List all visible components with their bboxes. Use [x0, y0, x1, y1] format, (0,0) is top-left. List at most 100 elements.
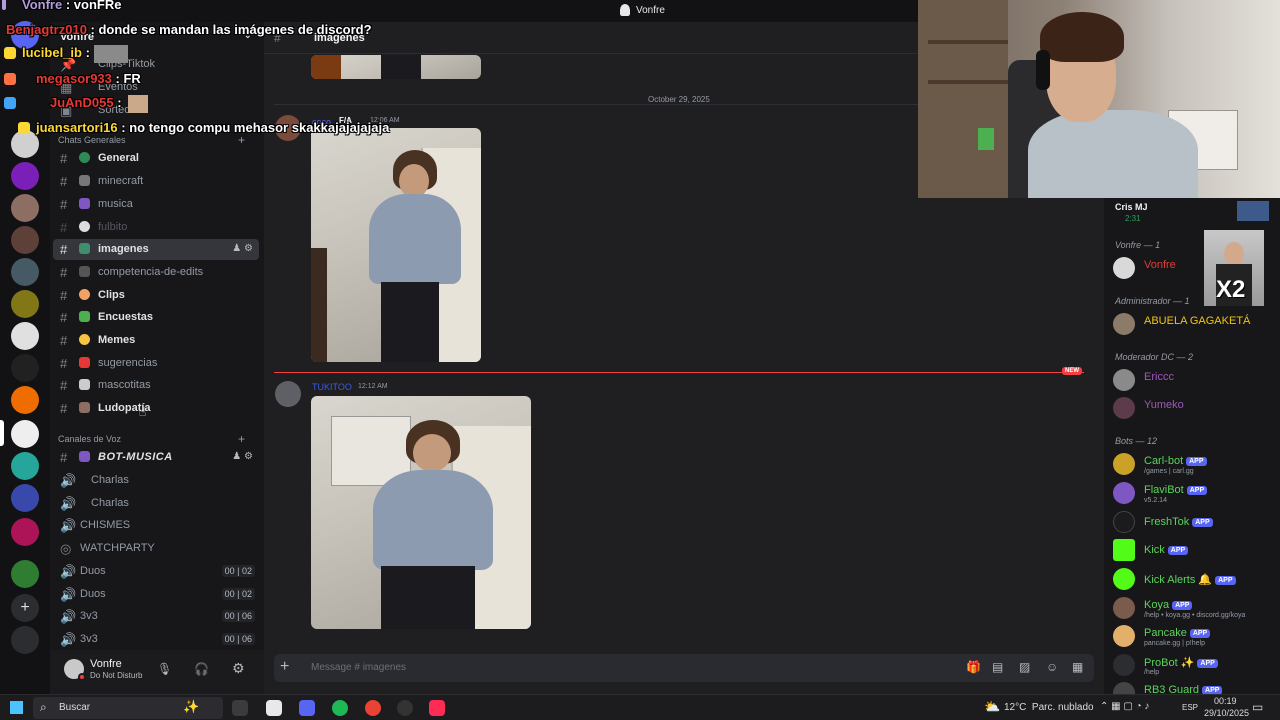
- spotify-icon[interactable]: [332, 700, 348, 716]
- dog-icon: [79, 379, 90, 390]
- add-member-icon gear-icon[interactable]: ♟ ⚙: [232, 451, 253, 462]
- channel-mascotitas[interactable]: # mascotitas: [53, 375, 259, 396]
- channel-minecraft[interactable]: # minecraft: [53, 171, 259, 192]
- voice-channel[interactable]: 🔊 3v3 00 | 06: [53, 606, 259, 627]
- message-author[interactable]: TUKITOO: [312, 382, 352, 392]
- add-server-icon[interactable]: +: [11, 594, 39, 622]
- language-indicator[interactable]: ESP: [1182, 703, 1198, 712]
- voice-channel[interactable]: 🔊 Duos 00 | 02: [53, 584, 259, 605]
- add-channel-icon[interactable]: +: [238, 133, 245, 147]
- gif-icon[interactable]: ▤: [992, 660, 1003, 674]
- emoji-icon[interactable]: ☺: [1046, 660, 1058, 674]
- server-icon[interactable]: [11, 484, 39, 512]
- member-item[interactable]: Yumeko: [1113, 395, 1273, 421]
- member-item[interactable]: Ericcc: [1113, 367, 1273, 393]
- server-icon[interactable]: [11, 452, 39, 480]
- channel-bot-musica[interactable]: # BOT-MUSICA ♟ ⚙: [53, 447, 259, 468]
- channel-competencia-de-edits[interactable]: # competencia-de-edits: [53, 262, 259, 283]
- discover-icon[interactable]: [11, 626, 39, 654]
- voice-channel[interactable]: 🔊 CHISMES: [53, 515, 259, 536]
- server-icon[interactable]: [11, 518, 39, 546]
- headphones-icon[interactable]: 🎧: [194, 662, 209, 676]
- app-icon[interactable]: [266, 700, 282, 716]
- hash-icon: #: [60, 288, 68, 303]
- channel-encuestas[interactable]: # Encuestas: [53, 307, 259, 328]
- laugh-icon: [79, 334, 90, 345]
- discord-icon[interactable]: [299, 700, 315, 716]
- voice-channel[interactable]: 🔊 Charlas: [53, 493, 259, 514]
- voice-channel[interactable]: ◎ WATCHPARTY: [53, 538, 259, 559]
- avatar: [1113, 453, 1135, 475]
- channel-clips[interactable]: # Clips: [53, 285, 259, 306]
- category-label: Canales de Voz: [58, 434, 122, 444]
- bot-member-item[interactable]: Kick Alerts 🔔 APP: [1113, 566, 1273, 592]
- category-header[interactable]: Canales de Voz +: [58, 432, 245, 446]
- picture-icon: [79, 243, 90, 254]
- obs-icon[interactable]: [397, 700, 413, 716]
- server-icon[interactable]: [11, 226, 39, 254]
- tiktok-icon[interactable]: [429, 700, 445, 716]
- bell-icon: 🔔: [1198, 574, 1213, 586]
- channel-musica[interactable]: # musica: [53, 194, 259, 215]
- add-channel-icon[interactable]: +: [238, 432, 245, 446]
- gift-icon[interactable]: 🎁: [966, 660, 981, 674]
- channel-imagenes[interactable]: # imagenes ♟ ⚙: [53, 239, 259, 260]
- sticker-icon[interactable]: ▨: [1019, 660, 1030, 674]
- avatar[interactable]: [275, 381, 301, 407]
- bot-member-item[interactable]: FlaviBot APP v5.2.14: [1113, 480, 1273, 506]
- clock-date[interactable]: 29/10/2025: [1204, 708, 1249, 718]
- clock-time[interactable]: 00:19: [1214, 696, 1237, 706]
- avatar: [1113, 313, 1135, 335]
- message-input[interactable]: Message # imagenes: [311, 662, 406, 673]
- server-icon[interactable]: [11, 194, 39, 222]
- member-item[interactable]: Cris MJ 2:31: [1115, 201, 1275, 225]
- server-icon[interactable]: [11, 322, 39, 350]
- add-attachment-icon[interactable]: +: [280, 658, 289, 676]
- server-icon[interactable]: [11, 130, 39, 158]
- role-group-header: Moderador DC — 2: [1115, 352, 1194, 362]
- apps-icon[interactable]: ▦: [1072, 660, 1083, 674]
- tray-icons[interactable]: ⌃ ▦ ▢ ◔ ♪: [1100, 701, 1149, 712]
- server-icon[interactable]: [11, 162, 39, 190]
- bot-member-item[interactable]: Pancake APP pancake.gg | p!help: [1113, 623, 1273, 649]
- add-member-icon gear-icon[interactable]: ♟ ⚙: [232, 243, 253, 254]
- bot-member-item[interactable]: Carl-bot APP /games | carl.gg: [1113, 451, 1273, 477]
- server-icon[interactable]: [11, 560, 39, 588]
- bot-member-item[interactable]: FreshTok APP: [1113, 509, 1273, 535]
- channel-fulbito[interactable]: # fulbito: [53, 217, 259, 238]
- category-header[interactable]: Chats Generales +: [58, 133, 245, 147]
- task-view-icon[interactable]: [232, 700, 248, 716]
- film-icon: [79, 266, 90, 277]
- notification-icon[interactable]: ▭: [1252, 700, 1263, 714]
- member-item[interactable]: ABUELA GAGAKETÁ: [1113, 311, 1273, 337]
- taskbar-search[interactable]: ⌕ Buscar ✨: [33, 697, 223, 719]
- weather-text[interactable]: 12°C Parc. nublado: [1004, 702, 1094, 713]
- attached-image[interactable]: [311, 128, 481, 362]
- windows-start-icon[interactable]: [10, 701, 23, 714]
- gear-icon[interactable]: ⚙: [232, 660, 245, 677]
- bot-member-item[interactable]: ProBot ✨ APP /help: [1113, 652, 1273, 678]
- user-panel: Vonfre Do Not Disturb 🎙 🎧 ⚙: [50, 650, 264, 694]
- attached-image[interactable]: [311, 396, 531, 629]
- server-icon[interactable]: [11, 258, 39, 286]
- server-icon[interactable]: [11, 386, 39, 414]
- microphone-icon[interactable]: 🎙: [157, 662, 172, 676]
- attached-image[interactable]: [311, 55, 481, 79]
- server-icon[interactable]: [11, 354, 39, 382]
- voice-channel[interactable]: 🔊 Duos 00 | 02: [53, 561, 259, 582]
- hash-icon: #: [60, 151, 68, 166]
- channel-ludopatia[interactable]: # Ludopatía: [53, 398, 259, 419]
- role-group-header: Administrador — 1: [1115, 296, 1190, 306]
- chat-line: juansartori16 : no tengo compu mehasor s…: [36, 120, 390, 135]
- bot-member-item[interactable]: RB3 Guard APP: [1113, 680, 1273, 694]
- channel-general[interactable]: # General: [53, 148, 259, 169]
- channel-memes[interactable]: # Memes: [53, 330, 259, 351]
- server-icon[interactable]: [11, 420, 39, 448]
- voice-channel[interactable]: 🔊 3v3 00 | 06: [53, 629, 259, 650]
- server-icon[interactable]: [11, 290, 39, 318]
- bot-member-item[interactable]: Koya APP /help • koya.gg • discord.gg/koy…: [1113, 595, 1273, 621]
- voice-channel[interactable]: 🔊 Charlas: [53, 470, 259, 491]
- channel-sugerencias[interactable]: # sugerencias: [53, 353, 259, 374]
- bot-member-item[interactable]: Kick APP: [1113, 537, 1273, 563]
- chrome-icon[interactable]: [365, 700, 381, 716]
